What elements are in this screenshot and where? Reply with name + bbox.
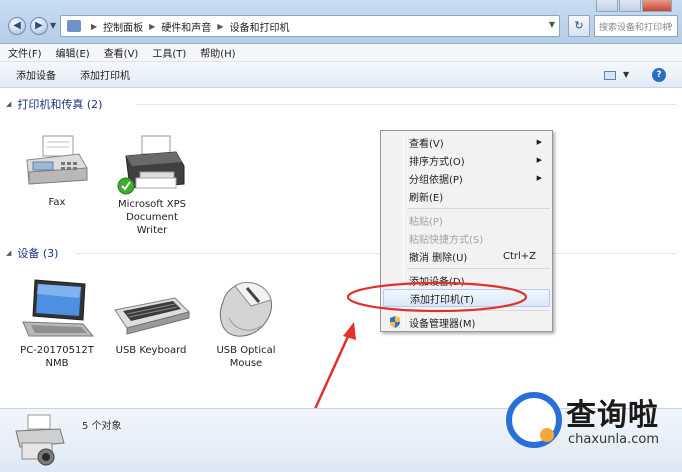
view-options-dropdown[interactable]: ▼ [623,70,629,79]
breadcrumb-control-panel[interactable]: 控制面板 [103,19,143,34]
search-placeholder: 搜索设备和打印机 [599,22,672,33]
control-panel-icon [67,20,81,32]
recent-pages-dropdown[interactable]: ▼ [50,21,56,30]
printers-section-header[interactable]: ◢ 打印机和传真 (2) [6,96,682,112]
menu-item-refresh[interactable]: 刷新(E) [383,187,550,205]
printers-section-title: 打印机和传真 (2) [17,98,103,111]
add-printer-button[interactable]: 添加打印机 [80,67,130,82]
collapse-icon[interactable]: ◢ [6,249,11,257]
submenu-arrow-icon: ▶ [536,138,542,146]
search-input[interactable]: 搜索设备和打印机 ⌕ [594,15,678,37]
menu-item-label: 粘贴(P) [409,216,443,228]
search-icon[interactable]: ⌕ [667,20,673,31]
laptop-icon [22,279,95,337]
menu-item-paste-shortcut: 粘贴快捷方式(S) [383,229,550,247]
menu-item-paste: 粘贴(P) [383,211,550,229]
watermark-url: chaxunla.com [568,432,659,447]
menu-item-view[interactable]: 查看(V) ▶ [383,133,550,151]
change-view-icon[interactable] [604,71,616,80]
arrow-head [343,322,356,340]
camera-printer-icon [15,414,65,466]
menu-separator [407,268,550,269]
menu-separator [407,208,550,209]
menu-item-label: 添加设备(D) [409,276,465,288]
device-label: PC-20170512TNMB [20,345,94,369]
device-label: USB Optical Mouse [216,345,276,369]
brand-logo-dot [540,428,554,442]
submenu-arrow-icon: ▶ [536,174,542,182]
device-computer[interactable]: PC-20170512TNMB [12,276,102,370]
menu-item-device-manager[interactable]: 设备管理器(M) [383,313,550,331]
close-button[interactable] [642,0,672,12]
context-menu: 查看(V) ▶ 排序方式(O) ▶ 分组依据(P) ▶ 刷新(E) 粘贴(P) … [380,130,553,332]
menu-item-undo-delete[interactable]: 撤消 删除(U) Ctrl+Z [383,247,550,265]
maximize-button[interactable] [619,0,641,12]
menu-item-group-by[interactable]: 分组依据(P) ▶ [383,169,550,187]
chevron-right-icon[interactable]: ▶ [91,22,97,31]
chevron-right-icon[interactable]: ▶ [217,22,223,31]
menu-tools[interactable]: 工具(T) [152,45,186,60]
menu-item-label: 刷新(E) [409,192,444,204]
devices-section-header[interactable]: ◢ 设备 (3) [6,245,682,261]
object-count: 5 个对象 [82,421,122,432]
menu-file[interactable]: 文件(F) [8,45,42,60]
menu-item-label: 添加打印机(T) [410,294,474,306]
printer-icon [117,135,185,195]
breadcrumb-hardware-sound[interactable]: 硬件和声音 [161,19,211,34]
menu-item-add-printer[interactable]: 添加打印机(T) [383,289,550,307]
keyboard-icon [114,297,190,335]
title-bar: ◀ ▶ ▼ ▶ 控制面板 ▶ 硬件和声音 ▶ 设备和打印机 ▼ ↻ 搜索设备和打… [0,0,682,44]
device-fax[interactable]: Fax [12,132,102,209]
menu-view[interactable]: 查看(V) [104,45,139,60]
watermark: 查询啦 chaxunla.com [504,388,676,454]
menu-separator [407,310,550,311]
address-dropdown-icon[interactable]: ▼ [549,20,555,29]
device-label: Fax [48,197,66,208]
device-label: Microsoft XPS Document Writer [118,199,186,236]
watermark-brand: 查询啦 [566,398,659,433]
device-keyboard[interactable]: USB Keyboard [106,276,196,357]
command-bar: 添加设备 添加打印机 ▼ ? [0,62,682,88]
submenu-arrow-icon: ▶ [536,156,542,164]
menu-item-shortcut: Ctrl+Z [502,250,536,262]
device-xps-writer[interactable]: Microsoft XPS Document Writer [107,132,197,237]
refresh-button[interactable]: ↻ [568,15,590,37]
menu-help[interactable]: 帮助(H) [200,45,235,60]
minimize-button[interactable] [596,0,618,12]
section-divider [136,104,676,105]
device-mouse[interactable]: USB Optical Mouse [201,276,291,370]
chevron-right-icon[interactable]: ▶ [149,22,155,31]
add-device-button[interactable]: 添加设备 [16,67,56,82]
collapse-icon[interactable]: ◢ [6,100,11,108]
shield-icon [390,316,400,328]
back-button[interactable]: ◀ [8,17,26,35]
menu-item-label: 设备管理器(M) [409,318,476,330]
device-label: USB Keyboard [115,345,187,356]
menu-item-label: 撤消 删除(U) [409,252,468,264]
menu-item-add-device[interactable]: 添加设备(D) [383,271,550,289]
menu-item-label: 排序方式(O) [409,156,465,168]
menu-bar: 文件(F) 编辑(E) 查看(V) 工具(T) 帮助(H) [0,44,682,62]
forward-button[interactable]: ▶ [30,17,48,35]
brand-logo-icon [506,392,562,448]
section-divider [76,253,676,254]
menu-item-label: 查看(V) [409,138,444,150]
mouse-icon [219,282,273,337]
address-bar[interactable]: ▶ 控制面板 ▶ 硬件和声音 ▶ 设备和打印机 ▼ [60,15,560,37]
menu-edit[interactable]: 编辑(E) [56,45,90,60]
devices-section-title: 设备 (3) [17,247,59,260]
help-icon[interactable]: ? [652,68,666,82]
menu-item-sort-by[interactable]: 排序方式(O) ▶ [383,151,550,169]
fax-icon [26,135,88,185]
breadcrumb-devices-printers[interactable]: 设备和打印机 [229,19,289,34]
menu-item-label: 分组依据(P) [409,174,463,186]
menu-item-label: 粘贴快捷方式(S) [409,234,484,246]
